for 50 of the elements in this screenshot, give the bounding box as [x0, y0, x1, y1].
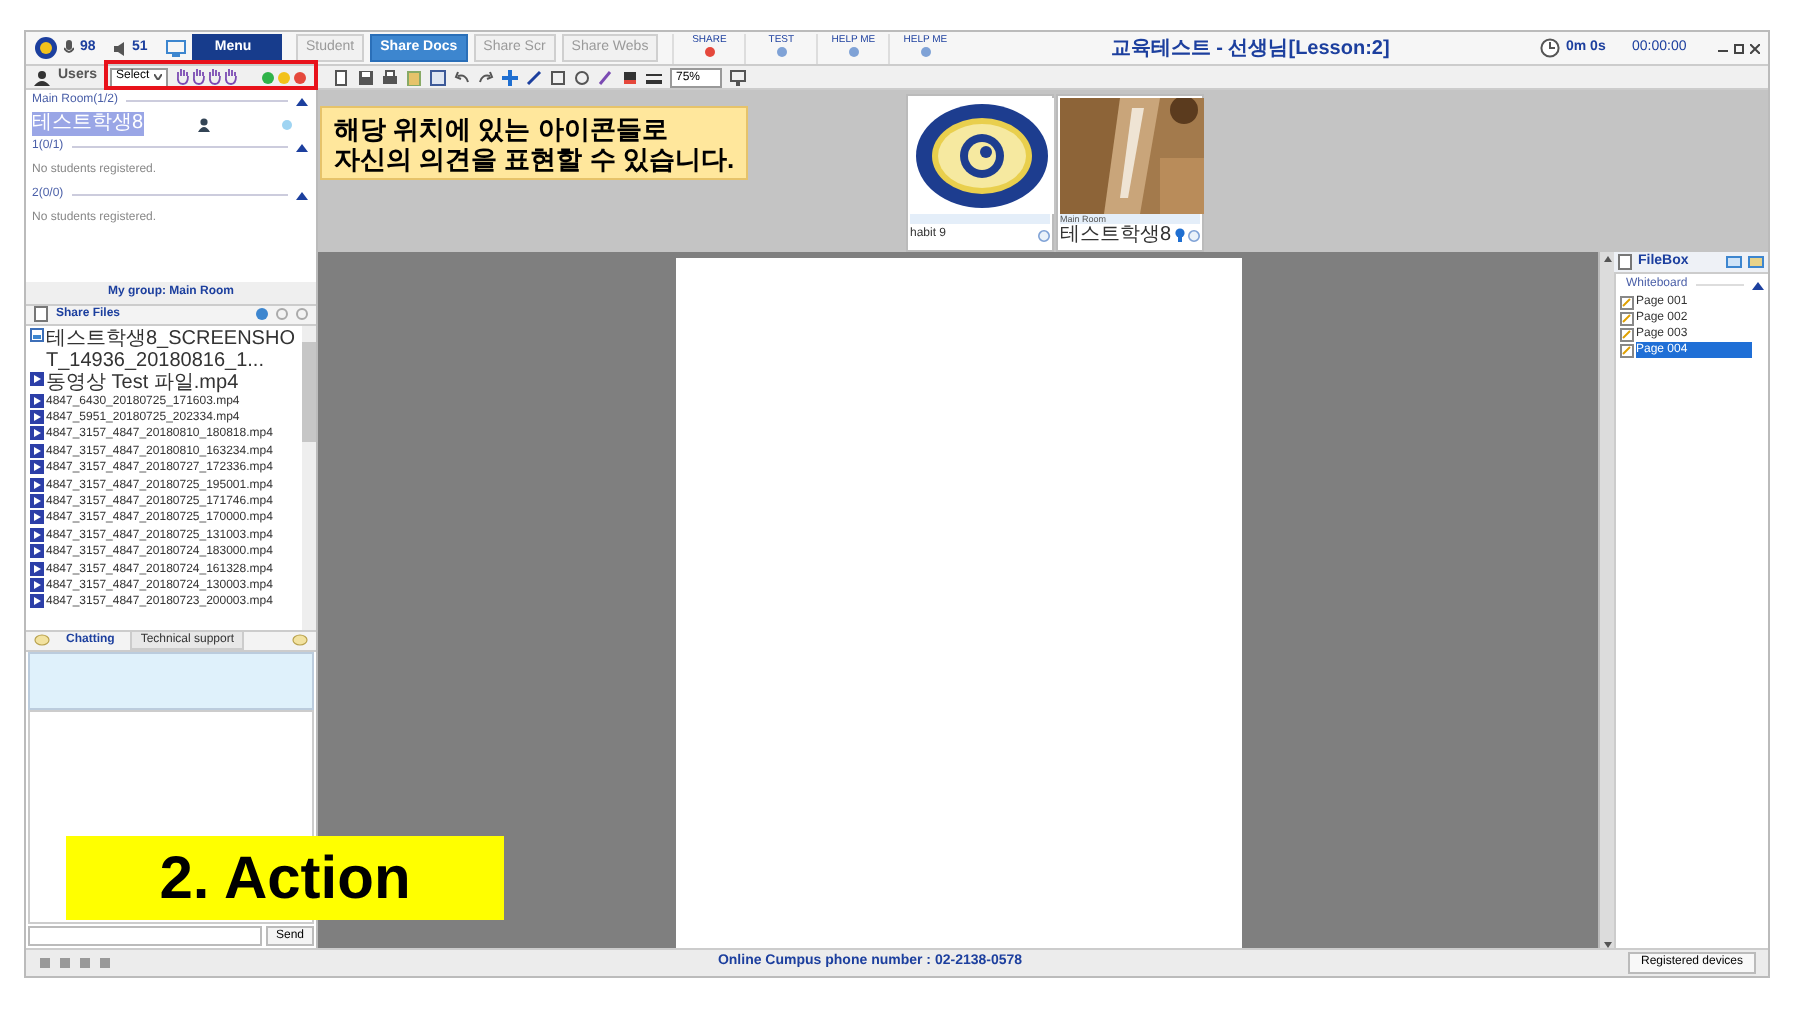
window-title: 교육테스트 - 선생님[Lesson:2]	[1108, 35, 1392, 63]
hand-icon[interactable]	[224, 68, 238, 86]
logo-icon	[34, 36, 58, 60]
color-icon[interactable]	[622, 69, 638, 85]
rectangle-icon[interactable]	[550, 69, 566, 85]
callout-text: 자신의 의견을 표현할 수 있습니다.	[334, 143, 734, 173]
move-icon[interactable]	[502, 69, 518, 85]
hand-icon[interactable]	[176, 68, 190, 86]
caret-icon[interactable]	[296, 143, 308, 151]
maximize-icon[interactable]	[1734, 43, 1744, 53]
dot-icon	[282, 119, 292, 129]
participant-name: 테스트학생8	[1060, 224, 1172, 246]
close-icon[interactable]	[1750, 43, 1760, 53]
status-dot[interactable]	[278, 71, 290, 83]
caret-icon[interactable]	[296, 191, 308, 199]
callout-text: 해당 위치에 있는 아이콘들로	[334, 113, 670, 143]
file-name[interactable]: 테스트학생8_SCREENSHOT_14936_20180816_1...	[46, 327, 302, 371]
microphone-icon[interactable]	[64, 40, 74, 56]
line-width-icon[interactable]	[646, 69, 662, 85]
page-icon[interactable]	[334, 69, 350, 85]
file-name[interactable]: 동영상 Test 파일.mp4	[46, 371, 239, 393]
printer-icon[interactable]	[382, 69, 398, 85]
status-dot[interactable]	[294, 71, 306, 83]
clock-icon	[1540, 38, 1560, 58]
list-view-icon[interactable]	[1726, 256, 1742, 268]
caret-icon[interactable]	[296, 97, 308, 105]
hand-icon[interactable]	[208, 68, 222, 86]
award-icon	[1174, 228, 1186, 242]
sound-icon[interactable]	[1188, 229, 1200, 241]
eraser-icon[interactable]	[598, 69, 614, 85]
dropdown-caret-icon[interactable]	[154, 74, 162, 80]
window-icon[interactable]	[430, 69, 446, 85]
undo-icon[interactable]	[454, 69, 470, 85]
message-input[interactable]	[28, 926, 262, 946]
save-icon[interactable]	[358, 69, 374, 85]
scroll-up-icon[interactable]	[1603, 256, 1611, 262]
scrollbar[interactable]	[1598, 252, 1614, 948]
hand-icon[interactable]	[192, 68, 206, 86]
scrollbar[interactable]	[302, 325, 316, 629]
circle-icon[interactable]	[574, 69, 590, 85]
redo-icon[interactable]	[478, 69, 494, 85]
sound-icon[interactable]	[1038, 229, 1050, 241]
tool-icon[interactable]	[703, 45, 716, 57]
pen-icon[interactable]	[526, 69, 542, 85]
thumbnail-view-icon[interactable]	[1748, 256, 1764, 268]
speaker-icon[interactable]	[114, 41, 126, 55]
caret-icon[interactable]	[1752, 281, 1764, 289]
label-text: 2. Action	[159, 843, 411, 915]
status-dot[interactable]	[262, 71, 274, 83]
person-icon	[198, 117, 210, 131]
